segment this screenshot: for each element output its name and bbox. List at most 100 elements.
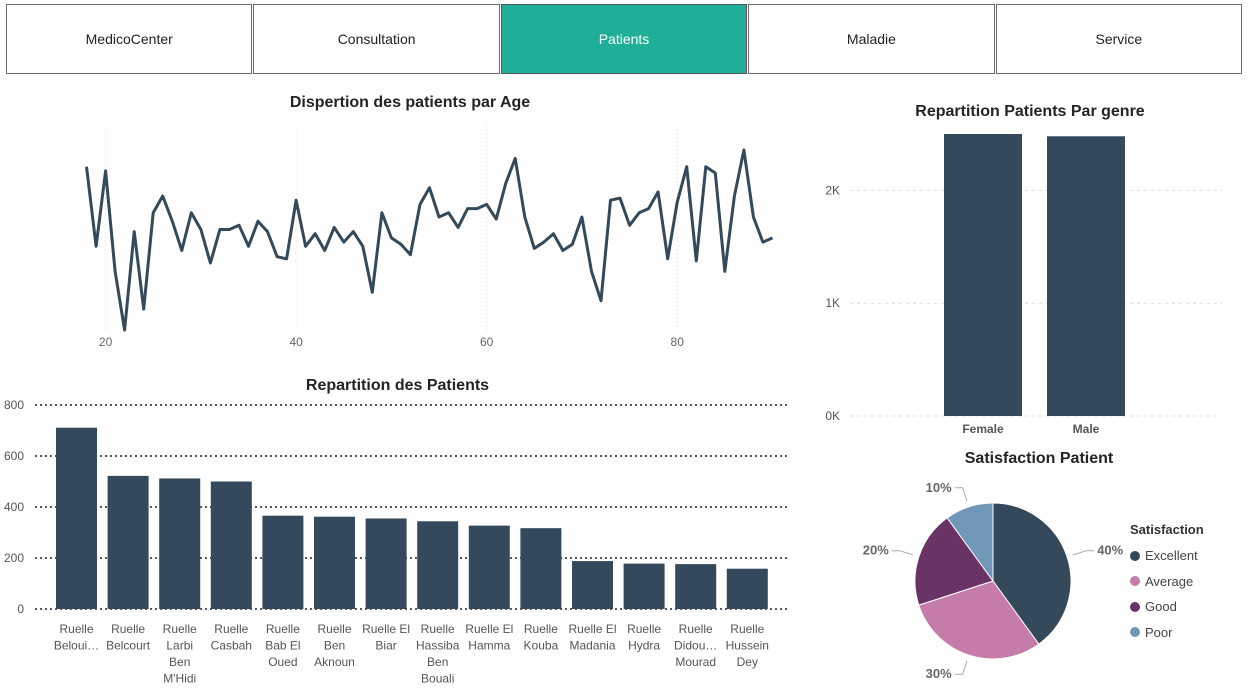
repartition-x-tick-label: Biar xyxy=(375,639,396,653)
legend-label-good: Good xyxy=(1145,599,1177,615)
repartition-bar xyxy=(314,516,355,609)
pie-value-label: 30% xyxy=(926,666,952,681)
genre-x-tick-label: Male xyxy=(1073,422,1100,436)
repartition-x-tick-label: Dey xyxy=(737,655,758,669)
age-line-chart: 20 40 60 80 xyxy=(85,125,774,349)
pie-label-leader xyxy=(954,487,968,502)
repartition-x-tick-label: Aknoun xyxy=(314,655,355,669)
genre-y-tick-label: 2K xyxy=(825,183,840,197)
nav-button-maladie[interactable]: Maladie xyxy=(748,4,995,74)
repartition-x-tick-label: Ruelle xyxy=(317,622,351,636)
repartition-y-tick-label: 600 xyxy=(4,449,24,463)
legend-label-average: Average xyxy=(1145,573,1194,589)
repartition-bar xyxy=(262,515,304,609)
repartition-x-tick-label: Ruelle El xyxy=(568,622,616,636)
legend-label-poor: Poor xyxy=(1145,624,1173,640)
repartition-x-tick-label: Ruelle xyxy=(679,622,713,636)
pie-label-leader xyxy=(1072,550,1095,556)
pie-label-leader xyxy=(891,550,914,556)
legend-dot-poor xyxy=(1130,627,1140,638)
repartition-x-tick-label: Ruelle xyxy=(266,622,300,636)
repartition-x-tick-label: Ruelle El xyxy=(362,622,410,636)
repartition-x-tick-label: Ruelle xyxy=(627,622,661,636)
repartition-x-tick-label: Bouali xyxy=(421,672,454,686)
repartition-x-tick-label: Hydra xyxy=(628,639,660,653)
repartition-bar-chart-visual[interactable]: Repartition des Patients 0 200 400 600 800 Ru… xyxy=(0,373,800,688)
legend-title: Satisfaction xyxy=(1130,522,1204,537)
satisfaction-legend: Satisfaction Excellent Average Good Poor xyxy=(1130,522,1204,645)
legend-dot-good xyxy=(1130,601,1140,612)
repartition-x-tick-label: Didou… xyxy=(674,639,717,653)
genre-bar xyxy=(1047,136,1125,417)
repartition-bar-chart: 0 200 400 600 800 Ruelle Beloui… Ruelle Belcourt… xyxy=(4,398,790,686)
repartition-x-tick-label: Belcourt xyxy=(106,639,151,653)
genre-x-tick-label: Female xyxy=(962,422,1004,436)
genre-bar xyxy=(944,134,1022,416)
repartition-x-tick-label: Ruelle xyxy=(421,622,455,636)
repartition-y-tick-label: 400 xyxy=(4,500,24,514)
age-series-line xyxy=(85,148,774,332)
repartition-x-tick-label: Oued xyxy=(268,655,297,669)
repartition-x-tick-label: Beloui… xyxy=(54,639,99,653)
pie-value-label: 10% xyxy=(926,480,952,495)
nav-button-medicocenter[interactable]: MedicoCenter xyxy=(6,4,253,74)
age-line-chart-visual[interactable]: Dispertion des patients par Age 20 40 60 80 xyxy=(20,90,800,355)
repartition-x-tick-label: Ruelle xyxy=(59,622,93,636)
genre-y-tick-label: 0K xyxy=(825,409,840,423)
repartition-bar xyxy=(675,564,717,609)
repartition-bar xyxy=(210,481,252,609)
legend-item-good[interactable]: Good xyxy=(1130,594,1204,620)
repartition-bar xyxy=(365,518,407,609)
repartition-x-tick-label: Madania xyxy=(569,639,615,653)
repartition-x-tick-label: Casbah xyxy=(211,639,252,653)
legend-dot-excellent xyxy=(1130,550,1140,561)
repartition-bar xyxy=(417,521,459,609)
legend-item-excellent[interactable]: Excellent xyxy=(1130,543,1204,569)
age-x-tick-label: 80 xyxy=(671,335,685,349)
top-navigation: MedicoCenter Consultation Patients Malad… xyxy=(6,4,1243,74)
repartition-x-tick-label: Ben xyxy=(324,639,345,653)
repartition-bar xyxy=(107,475,149,609)
repartition-y-tick-label: 200 xyxy=(4,551,24,565)
repartition-bar xyxy=(623,563,665,609)
age-x-tick-label: 20 xyxy=(99,335,113,349)
repartition-x-tick-label: Ben xyxy=(169,655,190,669)
repartition-x-tick-label: Ben xyxy=(427,655,448,669)
nav-button-consultation[interactable]: Consultation xyxy=(253,4,500,74)
repartition-x-tick-label: Ruelle xyxy=(524,622,558,636)
repartition-x-tick-label: Hussein xyxy=(726,639,769,653)
repartition-x-tick-label: Ruelle xyxy=(163,622,197,636)
pie-label-leader xyxy=(954,660,968,675)
age-x-tick-label: 60 xyxy=(480,335,494,349)
repartition-x-tick-label: Mourad xyxy=(675,655,716,669)
legend-item-average[interactable]: Average xyxy=(1130,569,1204,595)
repartition-bar xyxy=(159,478,201,609)
repartition-bar xyxy=(56,427,97,609)
repartition-bar xyxy=(572,561,613,609)
legend-item-poor[interactable]: Poor xyxy=(1130,620,1204,646)
genre-bar-chart-visual[interactable]: Repartition Patients Par genre 0K 1K 2K Fem… xyxy=(810,98,1250,440)
repartition-x-tick-label: Hassiba xyxy=(416,639,460,653)
pie-value-label: 40% xyxy=(1097,543,1123,558)
repartition-x-tick-label: Kouba xyxy=(524,639,559,653)
repartition-x-tick-label: M'Hidi xyxy=(163,672,196,686)
pie-value-label: 20% xyxy=(863,543,889,558)
nav-button-patients[interactable]: Patients xyxy=(500,4,748,74)
repartition-bar xyxy=(468,525,510,609)
genre-y-tick-label: 1K xyxy=(825,296,840,310)
age-x-tick-label: 40 xyxy=(289,335,303,349)
repartition-x-tick-label: Hamma xyxy=(468,639,510,653)
legend-dot-average xyxy=(1130,576,1140,587)
repartition-bar xyxy=(726,568,768,609)
genre-bar-chart: 0K 1K 2K Female Male xyxy=(825,134,1222,436)
repartition-bar xyxy=(520,528,562,609)
repartition-x-tick-label: Ruelle xyxy=(214,622,248,636)
repartition-x-tick-label: Ruelle xyxy=(111,622,145,636)
nav-button-service[interactable]: Service xyxy=(995,4,1243,74)
repartition-y-tick-label: 800 xyxy=(4,398,24,412)
repartition-x-tick-label: Bab El xyxy=(265,639,300,653)
repartition-x-tick-label: Larbi xyxy=(166,639,193,653)
repartition-x-tick-label: Ruelle El xyxy=(465,622,513,636)
legend-label-excellent: Excellent xyxy=(1145,548,1198,564)
repartition-x-tick-label: Ruelle xyxy=(730,622,764,636)
